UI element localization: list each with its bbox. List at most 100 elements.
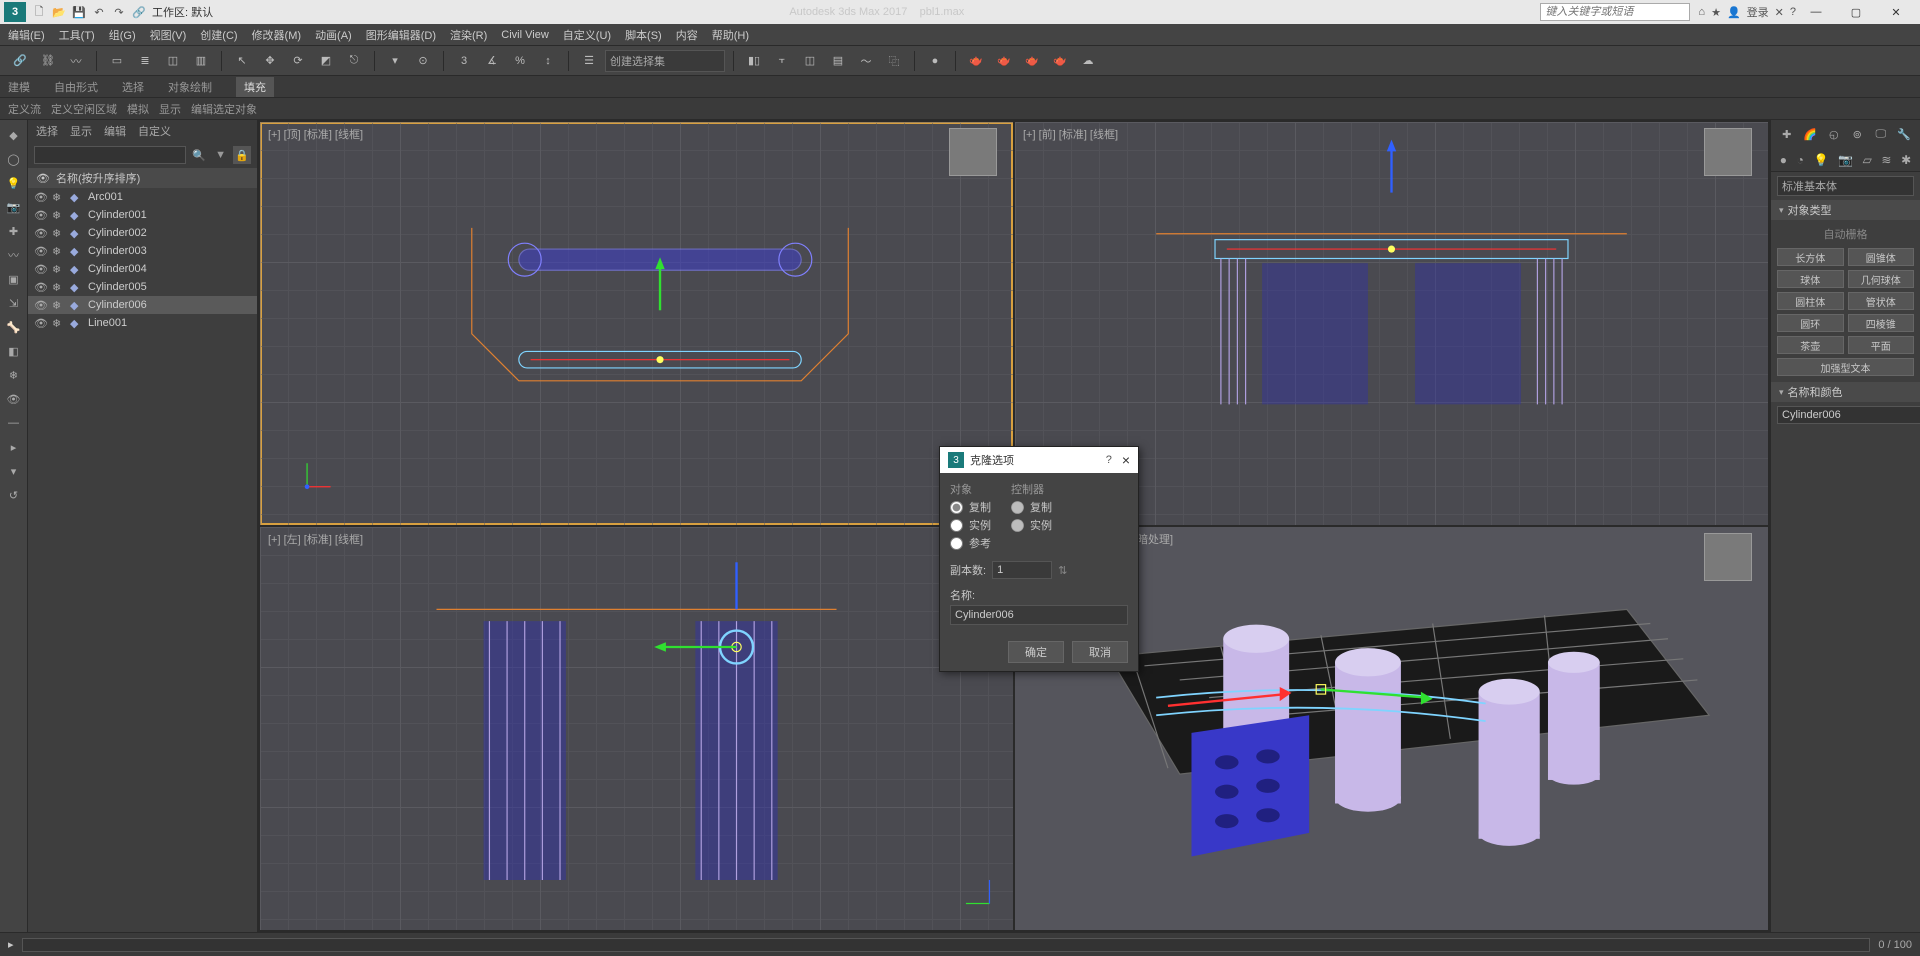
select-icon[interactable]: ↖ <box>230 49 254 73</box>
select-by-name-icon[interactable]: ≣ <box>133 49 157 73</box>
category-dropdown[interactable]: 标准基本体 <box>1777 176 1914 196</box>
minimize-button[interactable]: — <box>1796 6 1836 18</box>
dialog-cancel-button[interactable]: 取消 <box>1072 641 1128 663</box>
viewcube-icon[interactable] <box>949 128 997 176</box>
unlink-icon[interactable]: ⛓ <box>36 49 60 73</box>
spinner-snap-icon[interactable]: ↕ <box>536 49 560 73</box>
hierarchy-tab-icon[interactable]: ◵ <box>1825 125 1843 143</box>
window-crossing-icon[interactable]: ▥ <box>189 49 213 73</box>
move-icon[interactable]: ✥ <box>258 49 282 73</box>
scene-item[interactable]: 👁❄◆Cylinder004 <box>28 260 257 278</box>
primitive-button[interactable]: 圆锥体 <box>1848 248 1915 266</box>
toggle-ribbon-icon[interactable]: ▤ <box>826 49 850 73</box>
freeze-icon[interactable]: ❄ <box>52 245 66 258</box>
visibility-icon[interactable]: 👁 <box>34 281 48 294</box>
filter-spacewarps-icon[interactable]: 〰 <box>3 244 25 266</box>
menu-create[interactable]: 创建(C) <box>200 27 237 43</box>
scene-tab-select[interactable]: 选择 <box>36 123 58 139</box>
menu-rendering[interactable]: 渲染(R) <box>450 27 487 43</box>
primitive-button[interactable]: 加强型文本 <box>1777 358 1914 376</box>
cameras-sub-icon[interactable]: 📷 <box>1838 153 1853 167</box>
ribbon-populate[interactable]: 填充 <box>236 77 274 97</box>
scene-tab-display[interactable]: 显示 <box>70 123 92 139</box>
time-slider[interactable]: ▸ 0 / 100 <box>0 932 1920 956</box>
close-button[interactable]: ✕ <box>1876 6 1916 19</box>
visibility-icon[interactable]: 👁 <box>34 209 48 222</box>
filter-frozen-icon[interactable]: ❄ <box>3 364 25 386</box>
primitive-button[interactable]: 球体 <box>1777 270 1844 288</box>
snap-3d-icon[interactable]: 3 <box>452 49 476 73</box>
render-frame-icon[interactable]: 🫖 <box>992 49 1016 73</box>
scene-search-icon[interactable]: 🔍 <box>190 146 208 164</box>
filter-lights-icon[interactable]: 💡 <box>3 172 25 194</box>
angle-snap-icon[interactable]: ∡ <box>480 49 504 73</box>
primitive-button[interactable]: 几何球体 <box>1848 270 1915 288</box>
scene-item[interactable]: 👁❄◆Arc001 <box>28 188 257 206</box>
menu-customize[interactable]: 自定义(U) <box>563 27 611 43</box>
maximize-button[interactable]: ▢ <box>1836 6 1876 19</box>
collapse-all-icon[interactable]: ▾ <box>3 460 25 482</box>
filter-hidden-icon[interactable]: 👁 <box>3 388 25 410</box>
render-in-cloud-icon[interactable]: ☁ <box>1076 49 1100 73</box>
subribbon-sim[interactable]: 模拟 <box>127 101 149 117</box>
scene-search-input[interactable] <box>34 146 186 164</box>
menu-graph[interactable]: 图形编辑器(D) <box>366 27 436 43</box>
primitive-button[interactable]: 长方体 <box>1777 248 1844 266</box>
viewport-top[interactable]: [+] [顶] [标准] [线框] <box>260 122 1013 525</box>
scene-filter-funnel-icon[interactable]: ▼ <box>212 146 230 164</box>
object-name-input[interactable] <box>1777 406 1920 424</box>
visibility-icon[interactable]: 👁 <box>34 317 48 330</box>
login-label[interactable]: 登录 <box>1747 4 1769 20</box>
select-region-icon[interactable]: ◫ <box>161 49 185 73</box>
open-icon[interactable]: 📂 <box>50 3 68 21</box>
menu-group[interactable]: 组(G) <box>109 27 136 43</box>
filter-container-icon[interactable]: ◧ <box>3 340 25 362</box>
save-icon[interactable]: 💾 <box>70 3 88 21</box>
spinner-arrows-icon[interactable]: ⇅ <box>1058 564 1067 577</box>
subribbon-display[interactable]: 显示 <box>159 101 181 117</box>
create-tab-icon[interactable]: ✚ <box>1778 125 1796 143</box>
layer-icon[interactable]: ◫ <box>798 49 822 73</box>
subribbon-flow[interactable]: 定义流 <box>8 101 41 117</box>
menu-script[interactable]: 脚本(S) <box>625 27 662 43</box>
freeze-icon[interactable]: ❄ <box>52 281 66 294</box>
filter-shapes-icon[interactable]: ◯ <box>3 148 25 170</box>
expand-all-icon[interactable]: ▸ <box>3 436 25 458</box>
scene-tab-edit[interactable]: 编辑 <box>104 123 126 139</box>
scene-tab-custom[interactable]: 自定义 <box>138 123 171 139</box>
menu-edit[interactable]: 编辑(E) <box>8 27 45 43</box>
menu-tools[interactable]: 工具(T) <box>59 27 95 43</box>
user-icon[interactable]: 👤 <box>1727 6 1741 19</box>
modify-tab-icon[interactable]: 🌈 <box>1801 125 1819 143</box>
scene-item[interactable]: 👁❄◆Cylinder005 <box>28 278 257 296</box>
render-icon[interactable]: 🫖 <box>1020 49 1044 73</box>
time-track[interactable] <box>22 938 1871 952</box>
filter-bone-icon[interactable]: 🦴 <box>3 316 25 338</box>
helpers-sub-icon[interactable]: ▱ <box>1863 153 1872 167</box>
ribbon-modeling[interactable]: 建模 <box>8 79 30 95</box>
geometry-icon[interactable]: ● <box>1780 153 1787 167</box>
link-icon[interactable]: 🔗 <box>130 3 148 21</box>
freeze-icon[interactable]: ❄ <box>52 263 66 276</box>
primitive-button[interactable]: 管状体 <box>1848 292 1915 310</box>
material-editor-icon[interactable]: ● <box>923 49 947 73</box>
render-prod-icon[interactable]: 🫖 <box>1048 49 1072 73</box>
sync-icon[interactable]: ↺ <box>3 484 25 506</box>
clone-instance-radio[interactable]: 实例 <box>950 517 991 533</box>
visibility-icon[interactable]: 👁 <box>34 299 48 312</box>
ribbon-object-paint[interactable]: 对象绘制 <box>168 79 212 95</box>
ribbon-selection[interactable]: 选择 <box>122 79 144 95</box>
filter-cameras-icon[interactable]: 📷 <box>3 196 25 218</box>
copies-spinner[interactable] <box>992 561 1052 579</box>
scene-item[interactable]: 👁❄◆Cylinder001 <box>28 206 257 224</box>
timeline-expand-icon[interactable]: ▸ <box>8 938 14 951</box>
freeze-icon[interactable]: ❄ <box>52 209 66 222</box>
freeze-icon[interactable]: ❄ <box>52 317 66 330</box>
visibility-icon[interactable]: 👁 <box>34 191 48 204</box>
primitive-button[interactable]: 茶壶 <box>1777 336 1844 354</box>
visibility-icon[interactable]: 👁 <box>34 245 48 258</box>
utilities-tab-icon[interactable]: 🔧 <box>1895 125 1913 143</box>
scene-item[interactable]: 👁❄◆Cylinder003 <box>28 242 257 260</box>
ref-coord-icon[interactable]: ▾ <box>383 49 407 73</box>
primitive-button[interactable]: 四棱锥 <box>1848 314 1915 332</box>
